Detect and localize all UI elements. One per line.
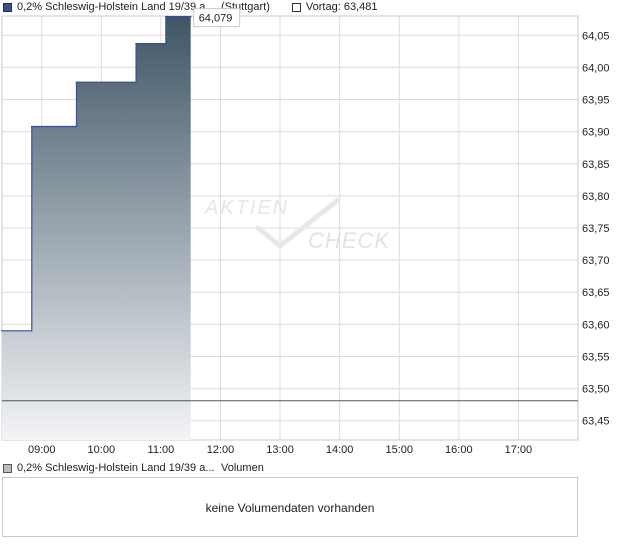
x-tick-label: 17:00 [505, 444, 533, 456]
x-tick-label: 10:00 [88, 444, 116, 456]
last-value-text: 64,079 [199, 13, 233, 25]
x-tick-label: 12:00 [207, 444, 235, 456]
watermark-line1: AKTIEN [204, 197, 289, 219]
x-tick-label: 16:00 [445, 444, 473, 456]
x-tick-label: 15:00 [385, 444, 413, 456]
series-point [30, 125, 33, 128]
last-value-label: 64,079 [193, 8, 241, 28]
volume-panel: keine Volumendaten vorhanden [2, 477, 578, 537]
x-tick-label: 09:00 [28, 444, 56, 456]
y-tick-label: 63,80 [582, 191, 610, 203]
price-chart: AKTIEN CHECK 09:00 10:00 11:00 12:00 13:00 14… [1, 8, 610, 456]
y-tick-label: 63,70 [582, 255, 610, 267]
y-tick-label: 63,65 [582, 287, 610, 299]
series-point [189, 15, 192, 18]
y-tick-label: 64,05 [582, 30, 610, 42]
volume-label: Volumen [221, 462, 264, 474]
x-tick-label: 14:00 [326, 444, 354, 456]
y-tick-label: 63,85 [582, 159, 610, 171]
watermark-line2: CHECK [308, 228, 390, 253]
series-point [75, 81, 78, 83]
volume-swatch [3, 463, 12, 473]
y-tick-label: 63,90 [582, 127, 610, 139]
volume-instrument-name: 0,2% Schleswig-Holstein Land 19/39 a... [17, 462, 215, 474]
series-point [165, 15, 167, 18]
x-tick-label: 11:00 [148, 444, 175, 456]
y-tick-label: 63,60 [582, 319, 610, 331]
series-point [1, 329, 3, 332]
y-tick-label: 63,95 [582, 95, 610, 107]
x-tick-label: 13:00 [266, 444, 294, 456]
y-tick-label: 63,50 [582, 384, 610, 396]
y-tick-label: 63,55 [582, 351, 610, 363]
volume-empty-message: keine Volumendaten vorhanden [205, 501, 375, 515]
volume-legend: 0,2% Schleswig-Holstein Land 19/39 a... … [3, 461, 264, 475]
y-tick-label: 63,45 [582, 416, 610, 428]
y-tick-label: 64,00 [582, 62, 610, 74]
series-point [135, 42, 137, 45]
y-tick-label: 63,75 [582, 223, 610, 235]
